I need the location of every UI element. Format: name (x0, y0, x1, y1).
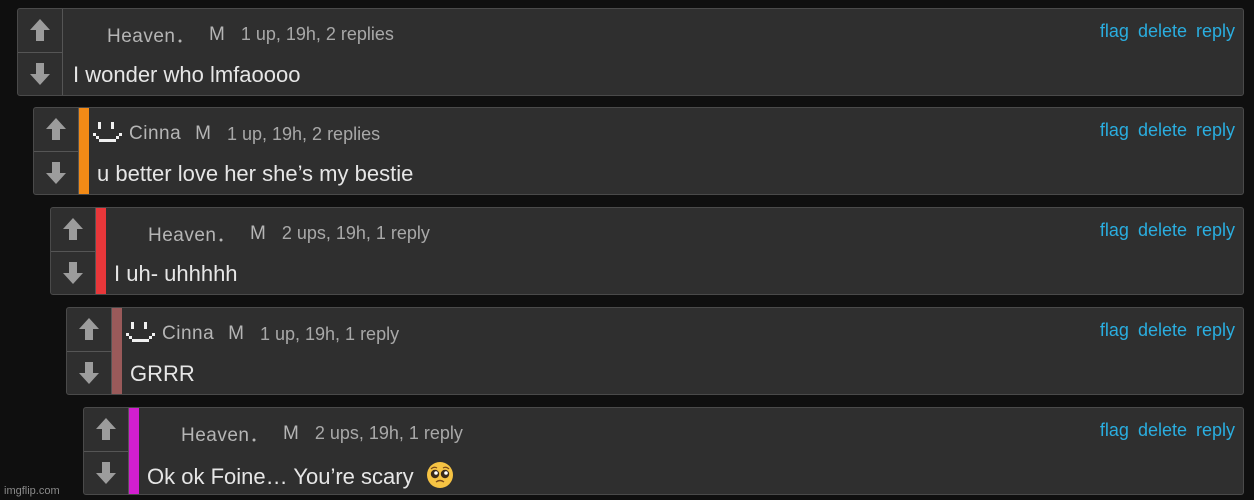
user-avatar[interactable] (93, 120, 123, 148)
comment-meta: Heaven． M 2 ups, 19h, 1 reply (148, 220, 430, 247)
user-avatar[interactable] (126, 320, 156, 348)
comment-body: Cinna M 1 up, 19h, 2 replies flag delete… (89, 108, 1243, 194)
comment-actions: flag delete reply (1100, 320, 1235, 341)
downvote-button[interactable] (84, 450, 128, 495)
thread-depth-bar (112, 308, 122, 394)
flag-link[interactable]: flag (1100, 120, 1129, 141)
comment-text: Ok ok Foine… You’re scary (147, 464, 414, 489)
comment-actions: flag delete reply (1100, 420, 1235, 441)
downvote-button[interactable] (34, 150, 78, 195)
username-link[interactable]: Cinna (129, 123, 181, 145)
reply-link[interactable]: reply (1196, 220, 1235, 241)
user-rank: M (250, 222, 266, 244)
pixel-smiley-avatar (93, 122, 122, 142)
arrow-down-icon (46, 161, 66, 184)
comment: Heaven． M 2 ups, 19h, 1 reply flag delet… (50, 207, 1244, 295)
comment: Heaven． M 1 up, 19h, 2 replies flag dele… (17, 8, 1244, 96)
flag-link[interactable]: flag (1100, 420, 1129, 441)
arrow-down-icon (96, 461, 116, 484)
flag-link[interactable]: flag (1100, 320, 1129, 341)
thread-depth-bar (129, 408, 139, 494)
comment-thread: Heaven． M 1 up, 19h, 2 replies flag dele… (0, 0, 1254, 500)
comment-body: Heaven． M 2 ups, 19h, 1 reply flag delet… (106, 208, 1243, 294)
arrow-up-icon (30, 19, 50, 42)
vote-column (67, 308, 112, 394)
upvote-button[interactable] (34, 108, 78, 151)
comment-body: Heaven． M 1 up, 19h, 2 replies flag dele… (63, 9, 1243, 95)
flag-link[interactable]: flag (1100, 220, 1129, 241)
comment-stats: 2 ups, 19h, 1 reply (281, 223, 430, 243)
comment-stats: 1 up, 19h, 2 replies (240, 24, 394, 44)
downvote-button[interactable] (51, 250, 95, 295)
user-rank: M (228, 323, 244, 344)
comment-body: Heaven． M 2 ups, 19h, 1 reply flag delet… (139, 408, 1243, 494)
reply-link[interactable]: reply (1196, 420, 1235, 441)
arrow-up-icon (63, 218, 83, 241)
username-link[interactable]: Cinna (162, 323, 214, 345)
upvote-button[interactable] (51, 208, 95, 251)
comment-actions: flag delete reply (1100, 21, 1235, 42)
delete-link[interactable]: delete (1138, 21, 1187, 42)
downvote-button[interactable] (67, 350, 111, 395)
delete-link[interactable]: delete (1138, 220, 1187, 241)
arrow-up-icon (46, 118, 66, 141)
comment-text: I wonder who lmfaoooo (73, 62, 301, 87)
comment-meta: Cinna M 1 up, 19h, 1 reply (122, 320, 399, 348)
arrow-up-icon (79, 318, 99, 341)
username-link[interactable]: Heaven． (107, 21, 195, 48)
comment-text: I uh- uhhhhh (114, 261, 238, 286)
comment-meta: Cinna M 1 up, 19h, 2 replies (89, 120, 380, 148)
comment: Cinna M 1 up, 19h, 1 reply flag delete r… (66, 307, 1244, 395)
comment-meta: Heaven． M 1 up, 19h, 2 replies (107, 21, 394, 48)
arrow-down-icon (63, 261, 83, 284)
upvote-button[interactable] (84, 408, 128, 451)
comment-text: GRRR (130, 361, 195, 386)
username-link[interactable]: Heaven． (181, 420, 269, 447)
comment-stats: 2 ups, 19h, 1 reply (314, 423, 463, 443)
vote-column (18, 9, 63, 95)
user-rank: M (195, 123, 211, 144)
watermark: imgflip.com (4, 485, 60, 497)
comment-text: u better love her she’s my bestie (97, 161, 414, 186)
pixel-smiley-avatar (126, 322, 155, 342)
arrow-down-icon (79, 361, 99, 384)
comment-actions: flag delete reply (1100, 220, 1235, 241)
pleading-face-emoji (426, 461, 454, 489)
delete-link[interactable]: delete (1138, 120, 1187, 141)
upvote-button[interactable] (67, 308, 111, 351)
comment-text-row: Ok ok Foine… You’re scary (147, 461, 454, 490)
thread-depth-bar (79, 108, 89, 194)
flag-link[interactable]: flag (1100, 21, 1129, 42)
reply-link[interactable]: reply (1196, 21, 1235, 42)
upvote-button[interactable] (18, 9, 62, 52)
comment-meta: Heaven． M 2 ups, 19h, 1 reply (181, 420, 463, 447)
delete-link[interactable]: delete (1138, 420, 1187, 441)
comment-actions: flag delete reply (1100, 120, 1235, 141)
reply-link[interactable]: reply (1196, 120, 1235, 141)
username-link[interactable]: Heaven． (148, 220, 236, 247)
user-rank: M (283, 422, 299, 444)
comment: Cinna M 1 up, 19h, 2 replies flag delete… (33, 107, 1244, 195)
vote-column (51, 208, 96, 294)
delete-link[interactable]: delete (1138, 320, 1187, 341)
comment-stats: 1 up, 19h, 2 replies (226, 123, 381, 144)
reply-link[interactable]: reply (1196, 320, 1235, 341)
comment-stats: 1 up, 19h, 1 reply (259, 323, 400, 344)
vote-column (34, 108, 79, 194)
downvote-button[interactable] (18, 51, 62, 96)
arrow-up-icon (96, 418, 116, 441)
thread-depth-bar (96, 208, 106, 294)
vote-column (84, 408, 129, 494)
comment: Heaven． M 2 ups, 19h, 1 reply flag delet… (83, 407, 1244, 495)
comment-body: Cinna M 1 up, 19h, 1 reply flag delete r… (122, 308, 1243, 394)
arrow-down-icon (30, 62, 50, 85)
user-rank: M (209, 23, 225, 45)
